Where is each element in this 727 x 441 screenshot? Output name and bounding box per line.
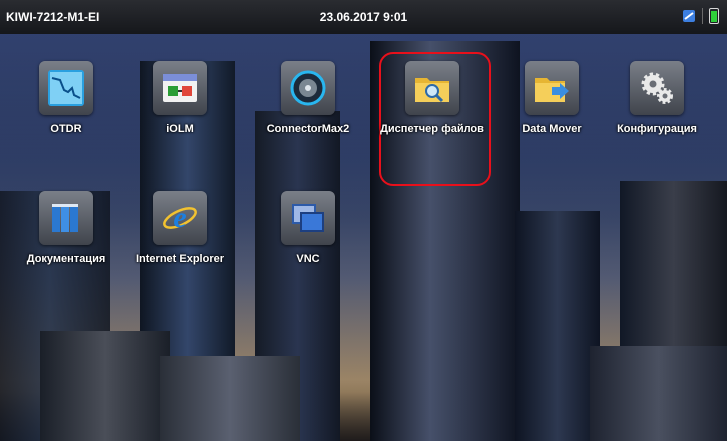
app-data-mover[interactable]: Data Mover — [497, 61, 607, 136]
iolm-icon — [163, 74, 197, 102]
app-label: Документация — [26, 253, 106, 265]
app-label: VNC — [296, 253, 320, 265]
books-icon — [52, 204, 78, 232]
app-internet-explorer[interactable]: e Internet Explorer — [125, 191, 235, 266]
gears-icon — [641, 72, 673, 104]
app-label: iOLM — [166, 123, 194, 135]
app-label: Internet Explorer — [135, 253, 225, 265]
background-building — [160, 356, 300, 441]
app-otdr[interactable]: OTDR — [11, 61, 121, 136]
folder-arrow-icon — [535, 78, 569, 102]
desktop: OTDR iOLM ConnectorMax2 Диспетчер файлов… — [0, 34, 727, 441]
app-documentation[interactable]: Документация — [11, 191, 121, 266]
background-building — [515, 211, 600, 441]
svg-text:e: e — [173, 201, 186, 234]
internet-explorer-icon: e — [163, 201, 197, 234]
connector-icon — [290, 70, 326, 106]
app-connectormax2[interactable]: ConnectorMax2 — [253, 61, 363, 136]
status-bar: KIWI-7212-M1-EI 23.06.2017 9:01 — [0, 0, 727, 34]
app-configuration[interactable]: Конфигурация — [602, 61, 712, 136]
app-iolm[interactable]: iOLM — [125, 61, 235, 136]
app-label: Data Mover — [522, 123, 582, 135]
network-icon[interactable] — [682, 8, 696, 24]
folder-search-icon — [415, 78, 449, 103]
app-label: Диспетчер файлов — [380, 123, 484, 135]
battery-icon — [709, 8, 719, 24]
divider — [702, 8, 703, 24]
status-icons — [682, 8, 719, 24]
vnc-windows-icon — [292, 204, 324, 232]
app-label: OTDR — [50, 123, 82, 135]
background-building — [590, 346, 727, 441]
app-file-manager[interactable]: Диспетчер файлов — [377, 61, 487, 136]
app-label: ConnectorMax2 — [266, 123, 350, 135]
app-label: Конфигурация — [617, 123, 697, 135]
date-time: 23.06.2017 9:01 — [319, 10, 408, 24]
otdr-graph-icon — [48, 70, 84, 106]
background-building — [40, 331, 170, 441]
app-vnc[interactable]: VNC — [253, 191, 363, 266]
